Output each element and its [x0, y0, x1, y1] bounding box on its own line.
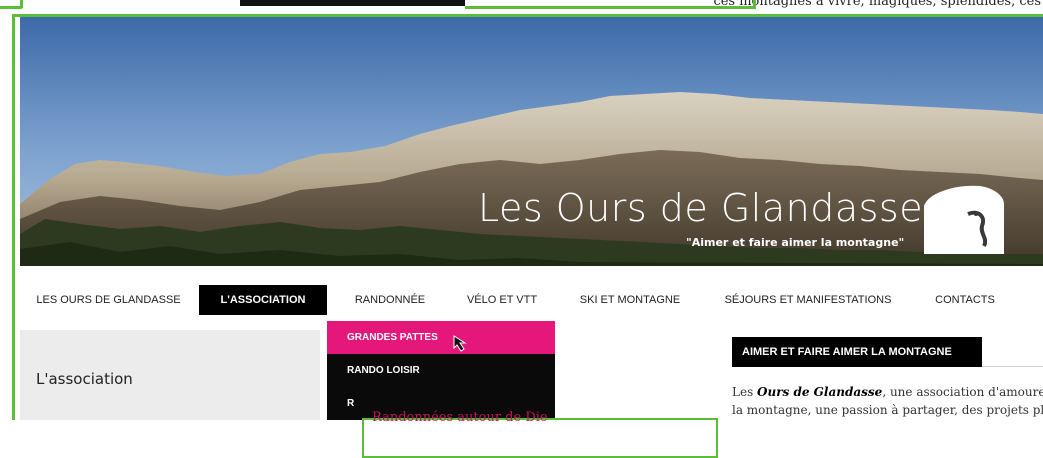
nav-item-les-ours-de-glandasse[interactable]: LES OURS DE GLANDASSE [20, 285, 197, 315]
sidebar-heading: L'association [36, 370, 133, 388]
frame-line-mid-stub [753, 0, 756, 9]
nav-item-randonnee[interactable]: RANDONNÉE [327, 285, 453, 315]
intro-rest: , une association d'amoureux de [882, 385, 1043, 399]
nav-item-velo-et-vtt[interactable]: VÉLO ET VTT [453, 285, 551, 315]
nav-item-association[interactable]: L'ASSOCIATION [199, 285, 327, 315]
intro-paragraph: Les Ours de Glandasse, une association d… [732, 383, 1043, 419]
section-title-rule [982, 366, 1043, 367]
site-logo[interactable] [918, 184, 1008, 258]
nav-item-contacts[interactable]: CONTACTS [907, 285, 1023, 315]
popup-link-randonnees-autour-de-die[interactable]: Randonnées autour de Die [372, 410, 548, 425]
nav-item-ski-et-montagne[interactable]: SKI ET MONTAGNE [551, 285, 709, 315]
previous-page-dark-bar [240, 0, 465, 6]
intro-prefix: Les [732, 385, 758, 399]
dropdown-item-grandes-pattes[interactable]: GRANDES PATTES [327, 321, 555, 354]
frame-line-left-stub [20, 0, 23, 8]
frame-line-left-top [0, 6, 22, 9]
nav-item-sejours-et-manifestations[interactable]: SÉJOURS ET MANIFESTATIONS [709, 285, 907, 315]
randonnee-dropdown-menu: GRANDES PATTES RANDO LOISIR R [327, 321, 555, 420]
header-banner: Les Ours de Glandasse "Aimer et faire ai… [20, 14, 1043, 266]
intro-line-2: la montagne, une passion à partager, des… [732, 403, 1043, 417]
main-navigation: LES OURS DE GLANDASSE L'ASSOCIATION RAND… [20, 285, 1043, 315]
bear-logo-icon [924, 185, 1004, 254]
section-title: AIMER ET FAIRE AIMER LA MONTAGNE [732, 337, 982, 367]
arrow-cursor-icon [452, 334, 470, 352]
intro-line-1: Les Ours de Glandasse, une association d… [732, 383, 1043, 401]
frame-line-top [12, 14, 1043, 17]
previous-page-text: ces montagnes à vivre, magiques, splendi… [713, 0, 1041, 9]
dropdown-item-rando-loisir[interactable]: RANDO LOISIR [327, 354, 555, 387]
site-title[interactable]: Les Ours de Glandasse [478, 186, 923, 230]
site-tagline: "Aimer et faire aimer la montagne" [686, 236, 905, 249]
intro-association-name: Ours de Glandasse [757, 385, 883, 399]
frame-line-mid-top [465, 6, 756, 9]
frame-line-left [12, 14, 15, 420]
